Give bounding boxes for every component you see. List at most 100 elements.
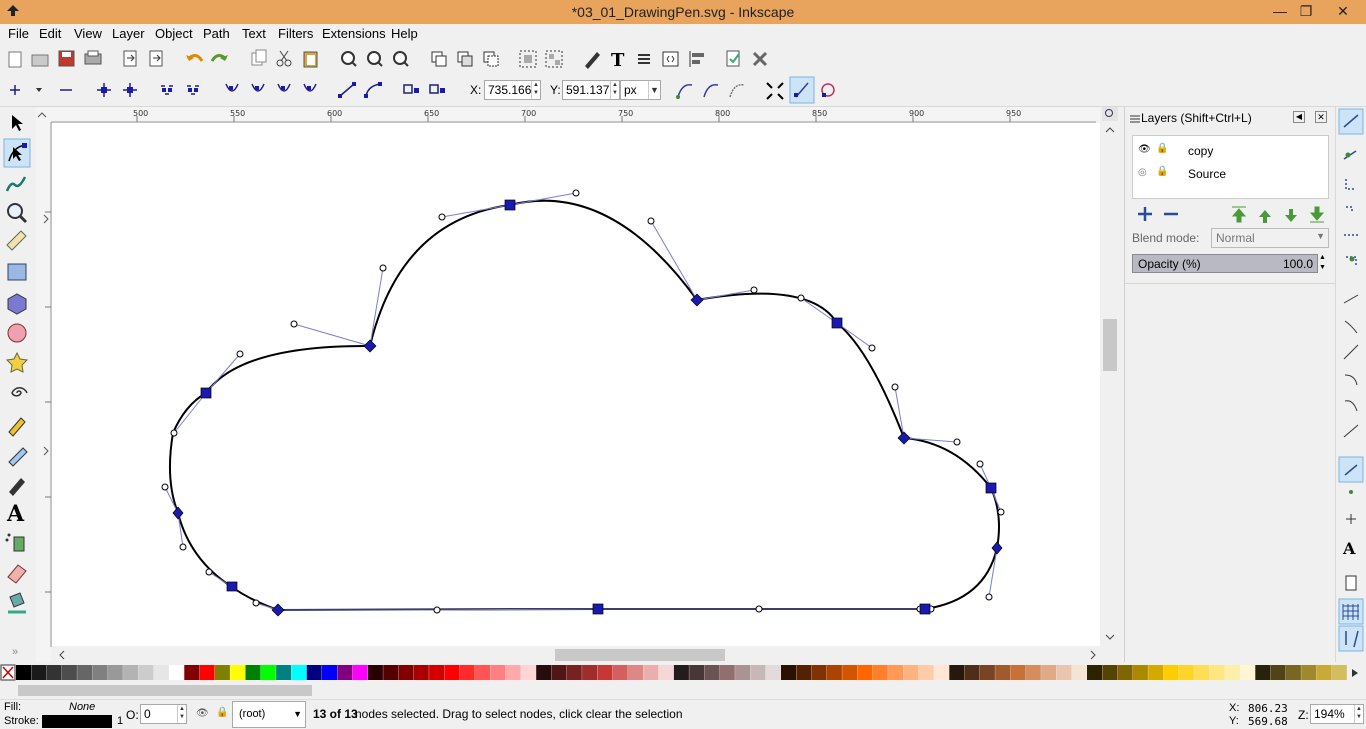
close-panel-icon[interactable]: ✕	[1315, 111, 1327, 123]
layer-name[interactable]: copy	[1188, 144, 1213, 158]
import-icon[interactable]	[123, 50, 137, 67]
snap-paths-icon[interactable]	[1344, 320, 1358, 334]
color-swatch[interactable]	[214, 665, 230, 680]
ungroup-icon[interactable]	[545, 50, 563, 68]
color-swatch[interactable]	[995, 665, 1011, 680]
layer-name[interactable]: Source	[1188, 167, 1226, 181]
color-swatch[interactable]	[566, 665, 582, 680]
opacity-field-stepper[interactable]: ▲ ▼	[177, 705, 186, 723]
eraser-tool-icon[interactable]	[7, 564, 27, 584]
color-swatch[interactable]	[628, 665, 643, 680]
color-swatch[interactable]	[842, 665, 858, 680]
menu-edit[interactable]: Edit	[39, 26, 61, 41]
color-swatch[interactable]	[872, 665, 888, 680]
zoom-field[interactable]: 194% ▲ ▼	[1310, 704, 1364, 724]
snap-smooth-icon[interactable]	[1344, 400, 1358, 412]
y-stepper[interactable]: ▲ ▼	[610, 81, 619, 99]
color-swatch[interactable]	[199, 665, 215, 680]
spiral-tool-icon[interactable]	[11, 387, 28, 397]
color-swatch[interactable]	[1102, 665, 1118, 680]
lock-icon[interactable]: 🔒	[1156, 166, 1168, 177]
menu-file[interactable]: File	[8, 26, 29, 41]
text-tool-icon[interactable]: A	[6, 501, 25, 527]
color-swatch[interactable]	[781, 665, 796, 680]
color-swatch[interactable]	[612, 665, 628, 680]
snap-cusp-icon[interactable]	[1344, 374, 1358, 386]
layer-row[interactable]: 👁 🔒 copy	[1133, 140, 1328, 160]
unlink-clone-icon[interactable]	[483, 51, 499, 67]
expand-toolbox-icon[interactable]: »	[12, 646, 18, 658]
color-swatch[interactable]	[796, 665, 812, 680]
menu-extensions[interactable]: Extensions	[322, 26, 386, 41]
vertical-scroll-thumb[interactable]	[1103, 319, 1117, 371]
xml-editor-icon[interactable]	[662, 51, 679, 67]
opacity-slider[interactable]: Opacity (%) 100.0	[1132, 254, 1318, 273]
snap-intersections-icon[interactable]	[1343, 344, 1359, 360]
color-swatch[interactable]	[1270, 665, 1286, 680]
measure-tool-icon[interactable]	[6, 230, 27, 251]
color-swatch[interactable]	[230, 665, 246, 680]
layers-icon[interactable]	[638, 54, 650, 64]
color-swatch[interactable]	[643, 665, 659, 680]
color-swatch[interactable]	[1255, 665, 1271, 680]
cut-icon[interactable]	[276, 50, 292, 67]
color-swatch[interactable]	[520, 665, 536, 680]
color-swatch[interactable]	[169, 665, 184, 680]
show-bezier-handles-icon[interactable]	[703, 84, 719, 98]
color-swatch[interactable]	[306, 665, 322, 680]
menu-layer[interactable]: Layer	[112, 26, 145, 41]
snap-rotation-center-icon[interactable]	[1346, 514, 1356, 524]
iconify-panel-icon[interactable]: ◀	[1293, 111, 1305, 123]
color-swatch[interactable]	[735, 665, 751, 680]
save-icon[interactable]	[58, 50, 75, 67]
redo-icon[interactable]	[210, 54, 228, 62]
color-swatch[interactable]	[383, 665, 399, 680]
show-clip-path-icon[interactable]	[821, 83, 835, 97]
new-document-icon[interactable]	[8, 51, 22, 68]
menu-object[interactable]: Object	[155, 26, 193, 41]
snap-bbox-edge-icon[interactable]	[1345, 179, 1356, 190]
color-swatch[interactable]	[459, 665, 475, 680]
palette-scrollbar[interactable]	[0, 682, 1366, 699]
palette-scroll-icon[interactable]	[1352, 669, 1358, 677]
color-swatch[interactable]	[765, 665, 781, 680]
color-swatch[interactable]	[260, 665, 276, 680]
color-swatch[interactable]	[918, 665, 934, 680]
ellipse-tool-icon[interactable]	[7, 323, 27, 343]
opacity-field[interactable]: 0 ▲ ▼	[140, 704, 187, 724]
zoom-corner-icon[interactable]	[1102, 107, 1118, 121]
lower-layer-to-bottom-icon[interactable]	[1309, 206, 1325, 223]
maximize-button[interactable]: ❐	[1292, 0, 1320, 24]
calligraphy-tool-icon[interactable]	[9, 478, 25, 496]
copy-icon[interactable]	[251, 49, 267, 66]
color-swatch[interactable]	[16, 665, 31, 680]
color-swatch[interactable]	[719, 665, 735, 680]
unit-select[interactable]: px ▼	[620, 80, 661, 100]
color-swatch[interactable]	[1010, 665, 1026, 680]
color-swatch[interactable]	[1285, 665, 1301, 680]
menu-view[interactable]: View	[74, 26, 102, 41]
color-swatch[interactable]	[92, 665, 108, 680]
menu-filters[interactable]: Filters	[278, 26, 313, 41]
color-swatch[interactable]	[979, 665, 995, 680]
color-swatch[interactable]	[964, 665, 980, 680]
star-tool-icon[interactable]	[5, 351, 29, 373]
color-swatch[interactable]	[1224, 665, 1240, 680]
color-swatch[interactable]	[1331, 665, 1347, 680]
paint-bucket-tool-icon[interactable]	[8, 592, 26, 614]
rectangle-tool-icon[interactable]	[7, 263, 27, 281]
x-stepper[interactable]: ▲ ▼	[531, 81, 540, 99]
lower-layer-icon[interactable]	[1285, 209, 1297, 222]
color-swatch[interactable]	[857, 665, 873, 680]
snap-nodes-icon[interactable]	[1343, 294, 1359, 304]
clone-icon[interactable]	[457, 51, 473, 67]
show-transform-handles-icon[interactable]	[676, 84, 693, 99]
color-swatch[interactable]	[704, 665, 720, 680]
document-properties-icon[interactable]	[726, 50, 740, 67]
color-swatch[interactable]	[429, 665, 445, 680]
zoom-stepper[interactable]: ▲ ▼	[1354, 705, 1363, 723]
color-swatch[interactable]	[245, 665, 261, 680]
color-swatch[interactable]	[444, 665, 460, 680]
color-swatch[interactable]	[1194, 665, 1210, 680]
color-swatch[interactable]	[1132, 665, 1148, 680]
